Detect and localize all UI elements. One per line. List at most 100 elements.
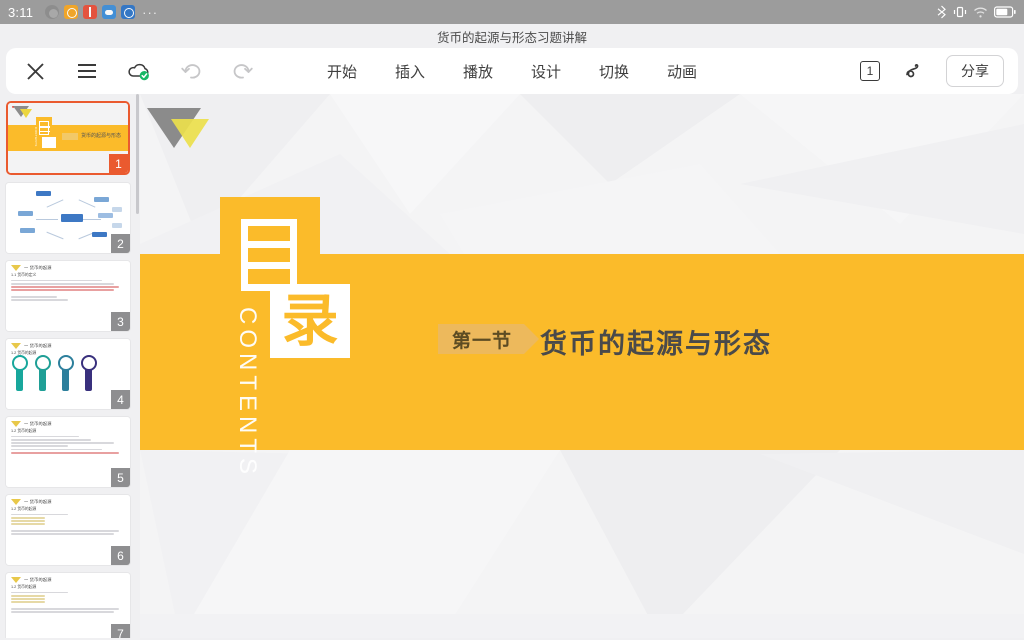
thumb5-header: 一 货币的起源 xyxy=(11,421,125,427)
thumbnail-number-1: 1 xyxy=(109,154,128,173)
thumb-text-line xyxy=(11,516,46,519)
thumbnail-number-7: 7 xyxy=(111,624,130,638)
menu-button[interactable] xyxy=(72,56,102,86)
vibrate-icon xyxy=(953,6,967,18)
status-bar: 3:11 ··· xyxy=(0,0,1024,24)
thumb-text-line xyxy=(11,523,46,526)
thumb2-edge xyxy=(46,199,64,208)
thumb-text-line xyxy=(11,520,46,522)
tab-play[interactable]: 播放 xyxy=(461,59,495,84)
thumbnail-slide-3[interactable]: 一 货币的起源 1.1 货币的定义 3 xyxy=(6,261,130,331)
mu-bar xyxy=(248,262,290,269)
lu-char-text: 录 xyxy=(281,289,339,353)
close-icon xyxy=(26,62,44,80)
thumb-text-line xyxy=(11,608,120,610)
key-body xyxy=(16,369,23,391)
thumb2-edge xyxy=(78,199,96,208)
editor-body: ■■ CONTENTS 货币的起源与形态 1 2 一 货币的起源 1.1 货币的… xyxy=(0,94,1024,638)
thumb-text-line xyxy=(11,289,114,292)
thumb-text-line xyxy=(11,601,46,604)
thumbnail-slide-2[interactable]: 2 xyxy=(6,183,130,253)
thumbnail-slide-7[interactable]: 一 货币的起源 1.2 货币的起源 7 xyxy=(6,573,130,638)
thumb4-key-diagram xyxy=(12,355,99,391)
section-title-text[interactable]: 货币的起源与形态 xyxy=(540,322,772,361)
section-tag-banner[interactable]: 第一节 xyxy=(438,324,540,354)
toolbar-wrapper: 开始 插入 播放 设计 切换 动画 1 分享 xyxy=(0,48,1024,94)
tab-home[interactable]: 开始 xyxy=(325,59,359,84)
flag-icon xyxy=(11,421,21,427)
thumb2-edge xyxy=(46,231,64,240)
thumb3-subtitle: 1.1 货币的定义 xyxy=(11,273,37,277)
thumb2-edge xyxy=(36,219,58,220)
thumbnail-number-2: 2 xyxy=(111,234,130,253)
thumb-text-line xyxy=(11,438,91,441)
alipay-icon xyxy=(64,5,79,19)
thumb2-node xyxy=(112,207,122,212)
status-bar-left: 3:11 ··· xyxy=(8,5,936,20)
thumb7-header: 一 货币的起源 xyxy=(11,577,125,583)
thumb-text-line xyxy=(11,611,114,614)
wifi-icon xyxy=(974,7,987,17)
document-title: 货币的起源与形态习题讲解 xyxy=(436,30,587,45)
thumb2-edge xyxy=(81,219,101,220)
thumbnail-slide-6[interactable]: 一 货币的起源 1.2 货币的起源 6 xyxy=(6,495,130,565)
thumb-text-line xyxy=(11,452,120,454)
bluetooth-icon xyxy=(937,5,946,19)
thumb6-header-text: 一 货币的起源 xyxy=(24,499,52,504)
thumbnail-scrollbar[interactable] xyxy=(136,94,139,214)
thumb1-lu-box xyxy=(42,137,56,148)
thumb3-header-text: 一 货币的起源 xyxy=(24,265,52,270)
thumb-text-line xyxy=(11,513,68,516)
thumb-text-line xyxy=(11,286,120,288)
close-button[interactable] xyxy=(20,56,50,86)
hamburger-menu-icon xyxy=(78,64,96,78)
mu-char-glyph xyxy=(241,219,297,291)
redo-button[interactable] xyxy=(228,56,258,86)
tab-animation[interactable]: 动画 xyxy=(665,59,699,84)
thumb1-section-title: 货币的起源与形态 xyxy=(81,133,122,139)
mu-bar xyxy=(248,241,290,248)
cloud-saved-icon xyxy=(128,63,149,81)
tab-transition[interactable]: 切换 xyxy=(597,59,631,84)
window-title-bar: 货币的起源与形态习题讲解 xyxy=(0,24,1024,48)
slide-thumbnail-panel[interactable]: ■■ CONTENTS 货币的起源与形态 1 2 一 货币的起源 1.1 货币的… xyxy=(0,94,140,638)
thumbnail-slide-1[interactable]: ■■ CONTENTS 货币的起源与形态 1 xyxy=(6,101,130,175)
thumb-text-line xyxy=(11,296,57,298)
tab-insert[interactable]: 插入 xyxy=(393,59,427,84)
thumb4-header: 一 货币的起源 xyxy=(11,343,125,349)
status-clock: 3:11 xyxy=(8,4,34,20)
thumb1-contents-label: CONTENTS xyxy=(34,127,38,147)
contents-vertical-label: CONTENTS xyxy=(234,307,261,479)
thumb6-subtitle: 1.2 货币的起源 xyxy=(11,507,37,511)
logo-yellow-triangle-icon xyxy=(171,119,209,148)
scribble-pen-button[interactable] xyxy=(898,56,928,86)
thumb-text-line xyxy=(11,598,46,600)
slide-counter-button[interactable]: 1 xyxy=(860,61,880,81)
flag-icon xyxy=(11,577,21,583)
thumbnail-slide-5[interactable]: 一 货币的起源 1.2 货币的起源 5 xyxy=(6,417,130,487)
share-button[interactable]: 分享 xyxy=(946,55,1004,87)
thumb-text-line xyxy=(11,530,120,532)
thumb-text-line xyxy=(11,442,114,444)
current-slide[interactable]: 录 CONTENTS 第一节 货币的起源与形态 xyxy=(140,94,1024,638)
undo-button[interactable] xyxy=(176,56,206,86)
tab-design[interactable]: 设计 xyxy=(529,59,563,84)
thumb2-node xyxy=(112,223,122,228)
cloud-save-button[interactable] xyxy=(124,56,154,86)
thumb7-header-text: 一 货币的起源 xyxy=(24,577,52,582)
thumbnail-slide-4[interactable]: 一 货币的起源 1.2 货币的起源 4 xyxy=(6,339,130,409)
app-toolbar: 开始 插入 播放 设计 切换 动画 1 分享 xyxy=(6,48,1018,94)
thumb2-node xyxy=(18,211,33,216)
thumb-text-line xyxy=(11,299,68,302)
wechat-icon xyxy=(45,5,60,19)
thumb5-header-text: 一 货币的起源 xyxy=(24,421,52,426)
thumb-text-line xyxy=(11,282,114,285)
thumb1-section-tag xyxy=(62,133,78,140)
key-body xyxy=(62,369,69,391)
thumb5-subtitle: 1.2 货币的起源 xyxy=(11,429,37,433)
thumb7-subtitle: 1.2 货币的起源 xyxy=(11,585,37,589)
thumb1-mu-glyph xyxy=(39,121,50,135)
key-shape xyxy=(35,355,53,391)
slide-canvas-area[interactable]: 录 CONTENTS 第一节 货币的起源与形态 xyxy=(140,94,1024,638)
thumb6-header: 一 货币的起源 xyxy=(11,499,125,505)
